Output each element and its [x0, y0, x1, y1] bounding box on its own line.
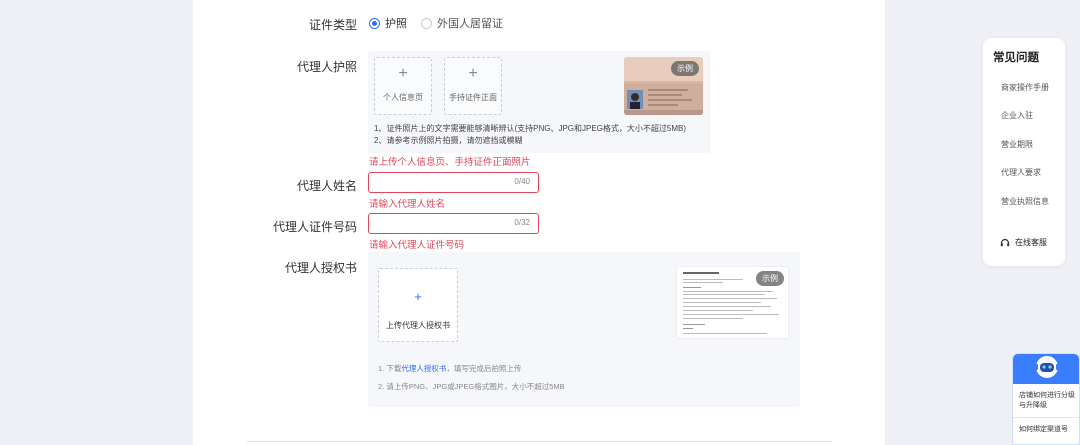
- faq-item-business-term[interactable]: 营业期限: [1001, 139, 1033, 150]
- plus-icon: +: [468, 65, 478, 82]
- passport-label: 代理人护照: [296, 60, 357, 74]
- authorization-sample-image[interactable]: 示例: [676, 266, 789, 339]
- radio-residence-permit[interactable]: 外国人居留证: [421, 15, 503, 31]
- id-type-radio-group: 护照 外国人居留证: [369, 15, 517, 31]
- upload-authorization-caption: 上传代理人授权书: [386, 321, 450, 330]
- headset-icon: [1000, 238, 1010, 246]
- download-authorization-link[interactable]: 代理人授权书: [401, 364, 446, 373]
- idno-input[interactable]: [375, 214, 515, 234]
- auth-tip-1-pre: 1. 下载: [378, 364, 402, 373]
- radio-residence-label: 外国人居留证: [437, 18, 503, 30]
- passport-tip-2: 2、请参考示例照片拍摄，请勿遮挡或模糊: [374, 136, 523, 145]
- faq-item-manual[interactable]: 商家操作手册: [1001, 82, 1049, 93]
- passport-error: 请上传个人信息页、手持证件正面照片: [369, 157, 531, 168]
- help-question-1[interactable]: 店铺如何进行分级与升降级: [1019, 391, 1079, 411]
- help-widget: 店铺如何进行分级与升降级 如何绑定渠道号: [1012, 353, 1080, 445]
- faq-panel: 常见问题 商家操作手册 企业入驻 营业期限 代理人要求 营业执照信息 在线客服: [983, 38, 1065, 266]
- auth-tip-1: 1. 下载代理人授权书，填写完成后拍照上传: [378, 363, 521, 374]
- auth-label: 代理人授权书: [284, 261, 357, 275]
- faq-item-enterprise[interactable]: 企业入驻: [1001, 110, 1033, 121]
- faq-item-agent-requirements[interactable]: 代理人要求: [1001, 167, 1041, 178]
- name-label: 代理人姓名: [296, 179, 357, 193]
- idno-error: 请输入代理人证件号码: [369, 240, 465, 251]
- divider: [247, 441, 832, 442]
- name-error: 请输入代理人姓名: [369, 199, 446, 210]
- passport-sample-image[interactable]: 示例: [624, 57, 703, 115]
- name-input-wrapper: 0/40: [368, 172, 539, 193]
- auth-tip-1-post: ，填写完成后拍照上传: [446, 364, 522, 373]
- upload-hand-held-caption: 手持证件正面: [449, 93, 497, 102]
- plus-icon: +: [414, 289, 422, 304]
- radio-checked-icon: [369, 17, 380, 29]
- robot-assistant-icon[interactable]: [1032, 353, 1062, 382]
- help-divider: [1013, 417, 1079, 418]
- upload-info-page-caption: 个人信息页: [383, 93, 423, 102]
- radio-passport[interactable]: 护照: [369, 15, 407, 31]
- online-service-button[interactable]: 在线客服: [1000, 237, 1047, 248]
- upload-info-page[interactable]: + 个人信息页: [374, 57, 432, 115]
- name-char-count: 0/40: [514, 177, 530, 186]
- faq-title: 常见问题: [993, 52, 1039, 64]
- idno-label: 代理人证件号码: [272, 220, 357, 234]
- radio-unchecked-icon: [421, 17, 432, 29]
- passport-tip-1: 1、证件照片上的文字需要能够清晰辨认(支持PNG、JPG和JPEG格式，大小不超…: [374, 124, 687, 133]
- passport-tips: 1、证件照片上的文字需要能够清晰辨认(支持PNG、JPG和JPEG格式，大小不超…: [374, 123, 686, 147]
- radio-passport-label: 护照: [385, 18, 407, 30]
- idno-char-count: 0/32: [514, 218, 530, 227]
- auth-tip-2: 2. 请上传PNG、JPG或JPEG格式图片，大小不超过5MB: [378, 382, 565, 391]
- plus-icon: +: [398, 65, 408, 82]
- faq-item-license-info[interactable]: 营业执照信息: [1001, 196, 1049, 207]
- name-input[interactable]: [375, 173, 515, 193]
- help-question-2[interactable]: 如何绑定渠道号: [1019, 425, 1079, 435]
- sample-badge: 示例: [756, 271, 784, 286]
- online-service-label: 在线客服: [1015, 238, 1047, 247]
- id-type-label: 证件类型: [308, 18, 357, 32]
- sample-badge: 示例: [671, 61, 699, 76]
- upload-hand-held[interactable]: + 手持证件正面: [444, 57, 502, 115]
- idno-input-wrapper: 0/32: [368, 213, 539, 234]
- upload-authorization[interactable]: + 上传代理人授权书: [378, 268, 458, 342]
